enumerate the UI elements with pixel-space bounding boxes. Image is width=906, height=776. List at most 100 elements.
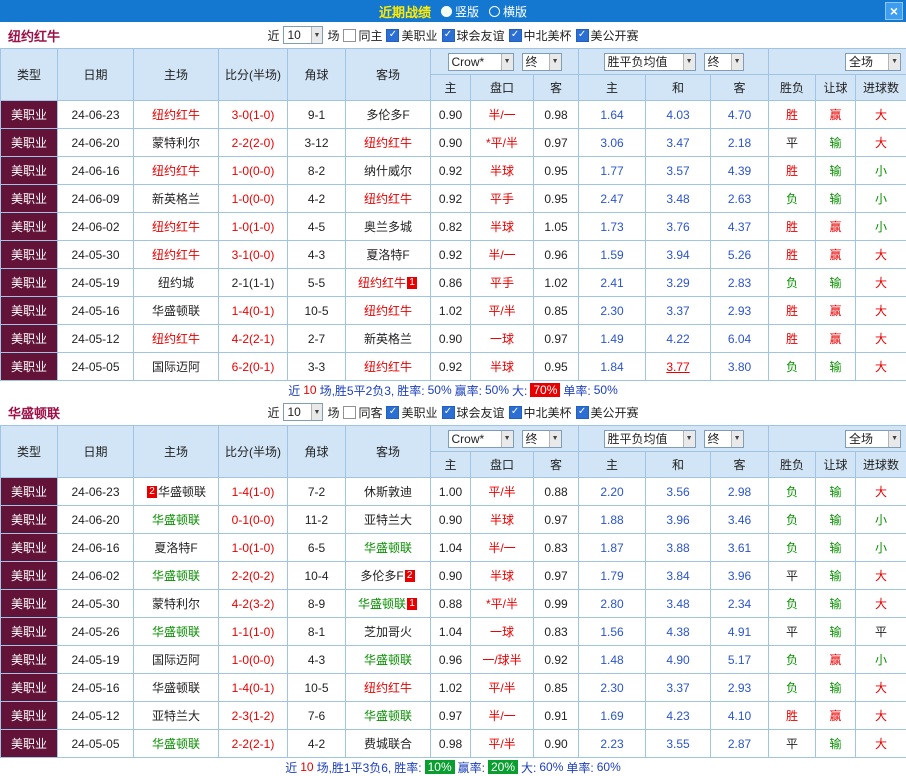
filter-same-home-checkbox[interactable]: 同主 bbox=[343, 27, 382, 44]
avg-draw-cell: 4.22 bbox=[646, 325, 711, 353]
avg-odds-select[interactable]: 胜平负均值▼ bbox=[604, 53, 696, 71]
odds-line-cell: 半/一 bbox=[471, 534, 534, 562]
home-team-cell[interactable]: 纽约红牛 bbox=[134, 325, 219, 353]
odds-line-cell: 平/半 bbox=[471, 478, 534, 506]
goals-outcome-cell: 大 bbox=[856, 101, 906, 129]
home-team-cell[interactable]: 蒙特利尔 bbox=[134, 590, 219, 618]
match-count-select[interactable]: 10▼ bbox=[283, 403, 323, 421]
away-team-cell[interactable]: 纽约红牛 bbox=[346, 185, 431, 213]
footer-count: 10 bbox=[303, 383, 316, 397]
away-team-cell[interactable]: 华盛顿联 bbox=[346, 534, 431, 562]
col-corner: 角球 bbox=[288, 426, 346, 478]
away-team-cell[interactable]: 夏洛特F bbox=[346, 241, 431, 269]
scope-select[interactable]: 全场▼ bbox=[845, 53, 901, 71]
avg-odds-select[interactable]: 胜平负均值▼ bbox=[604, 430, 696, 448]
odds-final-select[interactable]: 终▼ bbox=[522, 430, 562, 448]
close-button[interactable]: × bbox=[885, 2, 903, 20]
filter-concacaf-checkbox[interactable]: ✓ 中北美杯 bbox=[509, 404, 572, 421]
home-team-cell[interactable]: 华盛顿联 bbox=[134, 297, 219, 325]
radio-label: 横版 bbox=[503, 3, 527, 20]
away-team-cell[interactable]: 纽约红牛 bbox=[346, 297, 431, 325]
subcol-avg-draw: 和 bbox=[646, 452, 711, 478]
match-league-cell: 美职业 bbox=[1, 646, 58, 674]
home-team-cell[interactable]: 新英格兰 bbox=[134, 185, 219, 213]
subcol-odds-home: 主 bbox=[431, 452, 471, 478]
match-league-cell: 美职业 bbox=[1, 325, 58, 353]
home-team-cell[interactable]: 蒙特利尔 bbox=[134, 129, 219, 157]
result-outcome-cell: 平 bbox=[769, 562, 816, 590]
filter-friendly-checkbox[interactable]: ✓ 球会友谊 bbox=[442, 404, 505, 421]
match-date-cell: 24-06-23 bbox=[58, 101, 134, 129]
home-team-cell[interactable]: 国际迈阿 bbox=[134, 646, 219, 674]
odds-home-cell: 0.98 bbox=[431, 730, 471, 758]
checkbox-label: 球会友谊 bbox=[457, 27, 505, 44]
home-team-cell[interactable]: 2华盛顿联 bbox=[134, 478, 219, 506]
filter-mls-checkbox[interactable]: ✓ 美职业 bbox=[386, 27, 437, 44]
filter-friendly-checkbox[interactable]: ✓ 球会友谊 bbox=[442, 27, 505, 44]
match-league-cell: 美职业 bbox=[1, 674, 58, 702]
away-team-cell[interactable]: 新英格兰 bbox=[346, 325, 431, 353]
away-team-cell[interactable]: 芝加哥火 bbox=[346, 618, 431, 646]
avg-away-cell: 2.98 bbox=[711, 478, 769, 506]
layout-radio-horizontal[interactable]: 横版 bbox=[489, 3, 527, 20]
avg-final-select[interactable]: 终▼ bbox=[704, 53, 744, 71]
home-team-cell[interactable]: 华盛顿联 bbox=[134, 618, 219, 646]
away-team-cell[interactable]: 华盛顿联 bbox=[346, 646, 431, 674]
odds-final-select[interactable]: 终▼ bbox=[522, 53, 562, 71]
avg-home-cell: 2.30 bbox=[579, 297, 646, 325]
away-team-cell[interactable]: 费城联合 bbox=[346, 730, 431, 758]
avg-home-cell: 1.69 bbox=[579, 702, 646, 730]
away-team-cell[interactable]: 休斯敦迪 bbox=[346, 478, 431, 506]
footer-big-label: 大: bbox=[512, 382, 527, 399]
scope-select[interactable]: 全场▼ bbox=[845, 430, 901, 448]
filter-same-away-checkbox[interactable]: 同客 bbox=[343, 404, 382, 421]
goals-outcome-cell: 小 bbox=[856, 646, 906, 674]
filter-mls-checkbox[interactable]: ✓ 美职业 bbox=[386, 404, 437, 421]
away-team-cell[interactable]: 华盛顿联 bbox=[346, 702, 431, 730]
home-team-cell[interactable]: 纽约红牛 bbox=[134, 241, 219, 269]
away-team-cell[interactable]: 纳什威尔 bbox=[346, 157, 431, 185]
subcol-handicap: 让球 bbox=[816, 75, 856, 101]
away-team-cell[interactable]: 华盛顿联1 bbox=[346, 590, 431, 618]
home-team-cell[interactable]: 华盛顿联 bbox=[134, 562, 219, 590]
home-team-cell[interactable]: 纽约城 bbox=[134, 269, 219, 297]
avg-away-cell: 4.91 bbox=[711, 618, 769, 646]
home-team-cell[interactable]: 纽约红牛 bbox=[134, 213, 219, 241]
home-team-cell[interactable]: 华盛顿联 bbox=[134, 730, 219, 758]
handicap-outcome-cell: 赢 bbox=[816, 241, 856, 269]
home-team-cell[interactable]: 华盛顿联 bbox=[134, 674, 219, 702]
checkbox-label: 同主 bbox=[358, 27, 382, 44]
filter-controls: 近 10▼ 场 同客 ✓ 美职业 ✓ 球会友谊 ✓ 中北美杯 ✓ bbox=[267, 403, 638, 421]
layout-radio-vertical[interactable]: 竖版 bbox=[441, 3, 479, 20]
away-team-cell[interactable]: 奥兰多城 bbox=[346, 213, 431, 241]
filter-open-cup-checkbox[interactable]: ✓ 美公开赛 bbox=[576, 404, 639, 421]
bookmaker-select[interactable]: Crow*▼ bbox=[448, 430, 514, 448]
away-team-cell[interactable]: 多伦多F bbox=[346, 101, 431, 129]
avg-draw-cell: 3.94 bbox=[646, 241, 711, 269]
home-team-cell[interactable]: 夏洛特F bbox=[134, 534, 219, 562]
away-team-cell[interactable]: 多伦多F2 bbox=[346, 562, 431, 590]
result-outcome-cell: 负 bbox=[769, 534, 816, 562]
footer-big-label: 大: bbox=[521, 759, 536, 776]
match-row: 美职业24-06-20华盛顿联0-1(0-0)11-2亚特兰大0.90半球0.9… bbox=[1, 506, 906, 534]
odds-away-cell: 0.96 bbox=[534, 241, 579, 269]
home-team-cell[interactable]: 纽约红牛 bbox=[134, 101, 219, 129]
home-team-cell[interactable]: 纽约红牛 bbox=[134, 157, 219, 185]
away-team-cell[interactable]: 纽约红牛1 bbox=[346, 269, 431, 297]
filter-open-cup-checkbox[interactable]: ✓ 美公开赛 bbox=[576, 27, 639, 44]
match-count-select[interactable]: 10▼ bbox=[283, 26, 323, 44]
away-team-cell[interactable]: 纽约红牛 bbox=[346, 674, 431, 702]
home-team-cell[interactable]: 华盛顿联 bbox=[134, 506, 219, 534]
odds-home-cell: 0.92 bbox=[431, 157, 471, 185]
team-name: 华盛顿联 bbox=[8, 403, 60, 422]
avg-final-select[interactable]: 终▼ bbox=[704, 430, 744, 448]
home-team-cell[interactable]: 亚特兰大 bbox=[134, 702, 219, 730]
home-team-cell[interactable]: 国际迈阿 bbox=[134, 353, 219, 381]
match-league-cell: 美职业 bbox=[1, 590, 58, 618]
away-team-cell[interactable]: 纽约红牛 bbox=[346, 129, 431, 157]
away-team-cell[interactable]: 亚特兰大 bbox=[346, 506, 431, 534]
filter-concacaf-checkbox[interactable]: ✓ 中北美杯 bbox=[509, 27, 572, 44]
odds-away-cell: 0.97 bbox=[534, 325, 579, 353]
bookmaker-select[interactable]: Crow*▼ bbox=[448, 53, 514, 71]
away-team-cell[interactable]: 纽约红牛 bbox=[346, 353, 431, 381]
